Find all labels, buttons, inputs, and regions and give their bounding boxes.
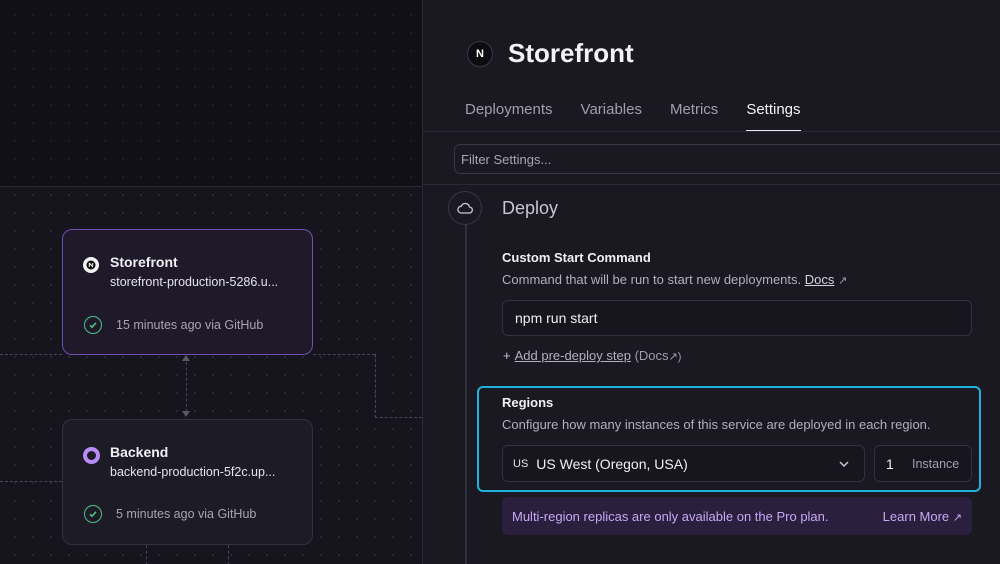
- tab-settings[interactable]: Settings: [746, 101, 801, 132]
- section-divider: [423, 184, 1000, 185]
- plus-icon: +: [503, 348, 511, 363]
- tab-bar: Deployments Variables Metrics Settings: [465, 101, 829, 132]
- connector-line: [146, 545, 147, 564]
- canvas-top-area: [0, 0, 422, 186]
- section-title: Deploy: [502, 198, 559, 218]
- arrow-up-icon: [182, 355, 190, 361]
- tab-deployments[interactable]: Deployments: [465, 101, 553, 132]
- cloud-icon: [448, 191, 482, 225]
- external-link-icon: ↗): [668, 351, 682, 363]
- connector-line: [228, 545, 229, 564]
- page-title: Storefront: [508, 38, 634, 68]
- deploy-status: 5 minutes ago via GitHub: [116, 507, 257, 521]
- service-name: Backend: [110, 444, 169, 460]
- nextjs-icon: N: [467, 41, 493, 67]
- learn-more-link[interactable]: Learn More ↗: [883, 509, 962, 524]
- service-name: Storefront: [110, 254, 178, 270]
- external-link-icon: ↗: [838, 275, 848, 287]
- success-check-icon: [84, 505, 102, 523]
- predeploy-row: + Add pre-deploy step (Docs↗): [503, 348, 681, 363]
- service-card-storefront[interactable]: Storefront storefront-production-5286.u.…: [62, 229, 313, 355]
- start-command-label: Custom Start Command: [502, 250, 651, 265]
- service-url[interactable]: storefront-production-5286.u...: [110, 275, 278, 289]
- connector-line: [375, 354, 376, 418]
- nextjs-icon: [83, 257, 99, 273]
- logo-letter: N: [476, 48, 484, 60]
- tab-divider: [423, 131, 1000, 132]
- tab-metrics[interactable]: Metrics: [670, 101, 718, 132]
- service-settings-panel: N Storefront Deployments Variables Metri…: [422, 0, 1000, 564]
- notice-text: Multi-region replicas are only available…: [512, 508, 829, 524]
- connector-line: [313, 354, 375, 355]
- timeline-line: [465, 225, 467, 564]
- tab-variables[interactable]: Variables: [581, 101, 642, 132]
- filter-settings-input[interactable]: [454, 144, 1000, 174]
- arrow-down-icon: [182, 411, 190, 417]
- connector-line: [186, 362, 187, 412]
- external-link-icon: ↗: [952, 511, 962, 524]
- learn-more-label: Learn More: [882, 508, 950, 524]
- add-predeploy-link[interactable]: Add pre-deploy step: [515, 348, 631, 363]
- connector-line: [375, 417, 422, 418]
- regions-highlight-annotation: [477, 386, 981, 492]
- docs-link[interactable]: Docs: [805, 272, 835, 287]
- service-card-backend[interactable]: Backend backend-production-5f2c.up... 5 …: [62, 419, 313, 545]
- predeploy-docs-link[interactable]: (Docs: [635, 348, 669, 363]
- canvas-divider: [0, 186, 422, 187]
- service-url[interactable]: backend-production-5f2c.up...: [110, 465, 275, 479]
- success-check-icon: [84, 316, 102, 334]
- connector-line: [0, 354, 62, 355]
- start-command-value: npm run start: [515, 310, 598, 326]
- connector-line: [0, 481, 62, 482]
- project-canvas[interactable]: Storefront storefront-production-5286.u.…: [0, 0, 422, 564]
- deploy-status: 15 minutes ago via GitHub: [116, 318, 264, 332]
- start-command-help: Command that will be run to start new de…: [502, 272, 847, 287]
- start-command-input[interactable]: npm run start: [502, 300, 972, 336]
- help-text: Command that will be run to start new de…: [502, 272, 802, 287]
- pro-plan-notice: Multi-region replicas are only available…: [502, 497, 972, 535]
- backend-ring-icon: [83, 447, 100, 464]
